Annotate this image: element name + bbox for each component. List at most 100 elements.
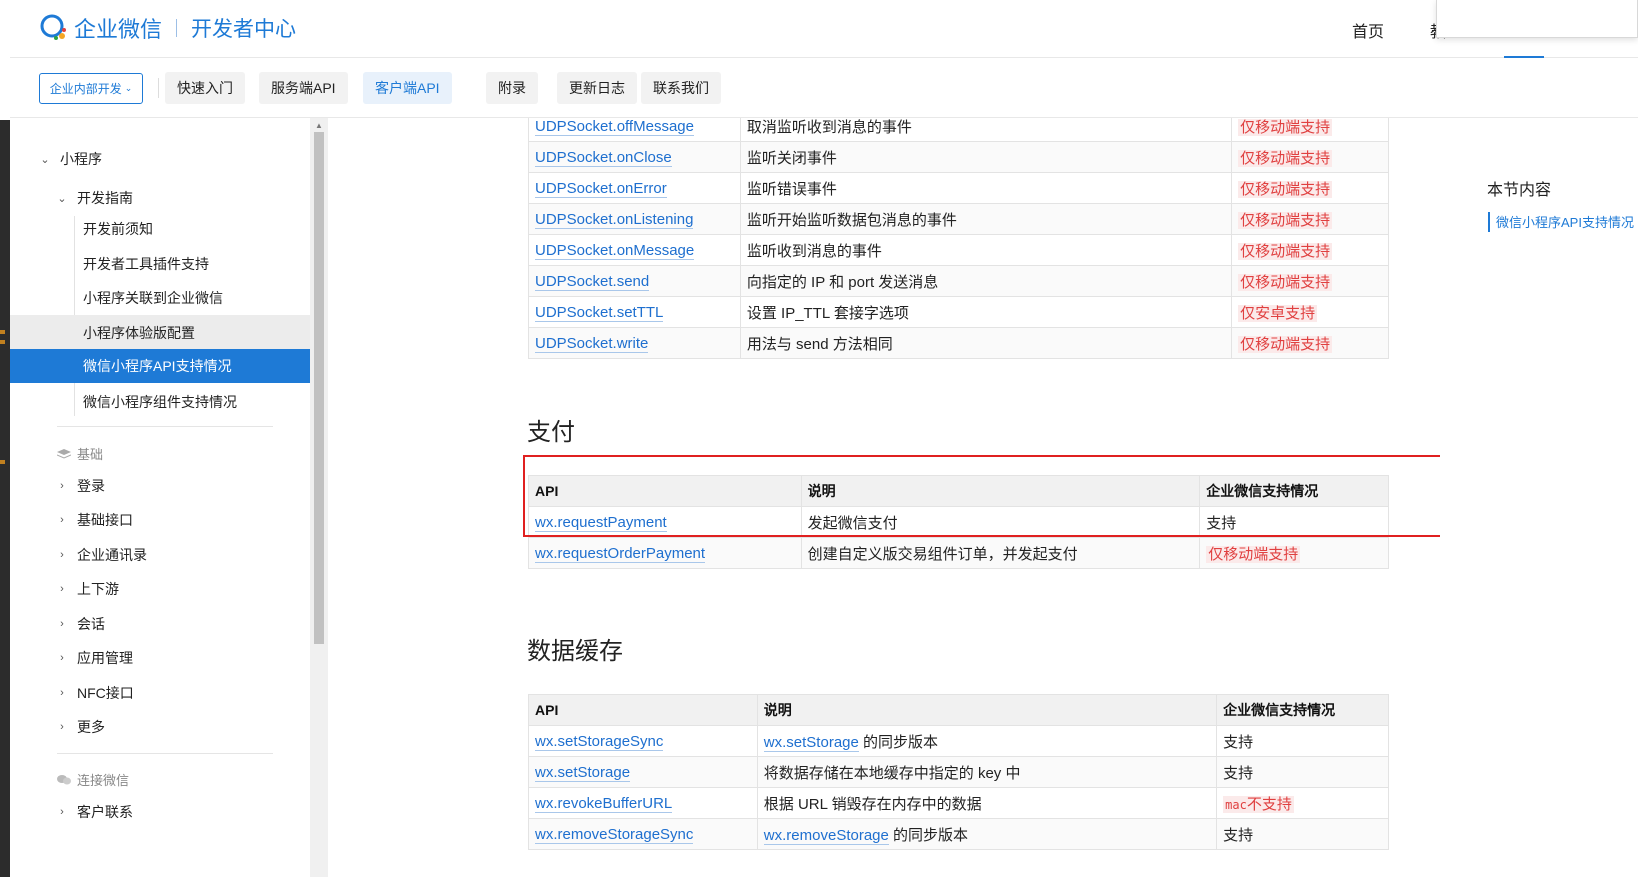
- sidebar-item-miniprogram[interactable]: ⌄ 小程序: [38, 142, 102, 176]
- api-link[interactable]: UDPSocket.onError: [535, 179, 667, 198]
- table-row: UDPSocket.setTTL 设置 IP_TTL 套接字选项 仅安卓支持: [528, 296, 1389, 328]
- col-header-support: 企业微信支持情况: [1216, 694, 1389, 726]
- table-cell: wx.setStorageSync: [528, 725, 758, 757]
- sidebar-item-session[interactable]: › 会话: [55, 607, 105, 641]
- toc-item-api-support[interactable]: 微信小程序API支持情况: [1488, 212, 1638, 232]
- table-row: UDPSocket.onError 监听错误事件 仅移动端支持: [528, 172, 1389, 204]
- brand-name: 企业微信: [74, 17, 163, 42]
- sidebar-item-contacts[interactable]: › 企业通讯录: [55, 538, 147, 572]
- api-link[interactable]: wx.removeStorageSync: [535, 825, 694, 844]
- table-row: wx.setStorage 将数据存储在本地缓存中指定的 key 中 支持: [528, 756, 1389, 788]
- api-link[interactable]: UDPSocket.write: [535, 334, 649, 353]
- api-description: 监听开始监听数据包消息的事件: [746, 211, 957, 229]
- api-link[interactable]: UDPSocket.onListening: [535, 210, 694, 229]
- sidebar-item-dev-guide[interactable]: ⌄ 开发指南: [55, 181, 133, 215]
- tab-appendix[interactable]: 附录: [486, 72, 538, 104]
- support-status: 仅安卓支持: [1238, 304, 1318, 322]
- api-description: 的同步版本: [888, 826, 969, 844]
- chevron-right-icon: ›: [60, 721, 64, 733]
- api-link[interactable]: UDPSocket.setTTL: [535, 303, 664, 322]
- sidebar-item-label: 更多: [77, 719, 105, 735]
- chevron-right-icon: ›: [60, 687, 64, 699]
- sidebar-item-app-manage[interactable]: › 应用管理: [55, 641, 133, 675]
- sidebar-leaf-component-support[interactable]: 微信小程序组件支持情况: [10, 384, 310, 420]
- desc-api-link[interactable]: wx.setStorage: [763, 733, 859, 752]
- api-link[interactable]: UDPSocket.onClose: [535, 148, 672, 167]
- table-cell: UDPSocket.onError: [528, 172, 741, 204]
- main-content: UDPSocket.offMessage 取消监听收到消息的事件 仅移动端支持 UDP…: [330, 118, 1440, 877]
- api-description: 用法与 send 方法相同: [746, 335, 893, 353]
- sidebar-item-label: 小程序: [60, 151, 102, 167]
- api-description: 取消监听收到消息的事件: [746, 118, 912, 136]
- support-status: 仅移动端支持: [1238, 149, 1333, 167]
- sidebar-leaf-link-wecom[interactable]: 小程序关联到企业微信: [10, 280, 310, 316]
- table-row: wx.requestOrderPayment 创建自定义版交易组件订单，并发起支付…: [528, 537, 1389, 569]
- support-status: 仅移动端支持: [1238, 242, 1333, 260]
- tab-changelog[interactable]: 更新日志: [557, 72, 637, 104]
- sidebar-scrollbar[interactable]: ▲: [310, 118, 328, 877]
- tab-server-api[interactable]: 服务端API: [259, 72, 348, 104]
- chevron-right-icon: ›: [60, 652, 64, 664]
- table-cell: 监听错误事件: [739, 172, 1233, 204]
- sidebar-item-more[interactable]: › 更多: [55, 710, 105, 744]
- sidebar: ⌄ 小程序 ⌄ 开发指南 开发前须知 开发者工具插件支持 小程序关联到企业微信 …: [10, 118, 310, 877]
- toc-title: 本节内容: [1487, 182, 1552, 199]
- chevron-right-icon: ›: [60, 583, 64, 595]
- sidebar-item-label: 上下游: [77, 581, 119, 597]
- desc-api-link[interactable]: wx.removeStorage: [763, 826, 889, 845]
- chevron-right-icon: ›: [60, 806, 64, 818]
- support-status: 支持: [1223, 734, 1253, 751]
- sidebar-item-nfc[interactable]: › NFC接口: [55, 676, 134, 710]
- sidebar-divider: [57, 753, 273, 754]
- table-cell: 将数据存储在本地缓存中指定的 key 中: [756, 756, 1218, 788]
- sidebar-item-label: NFC接口: [77, 685, 134, 701]
- tab-contact[interactable]: 联系我们: [641, 72, 721, 104]
- table-cell: 取消监听收到消息的事件: [739, 118, 1233, 142]
- api-description: 监听错误事件: [746, 180, 837, 198]
- support-status: 仅移动端支持: [1238, 211, 1333, 229]
- api-link[interactable]: wx.requestOrderPayment: [535, 544, 706, 563]
- sidebar-leaf-trial-config[interactable]: 小程序体验版配置: [10, 315, 310, 351]
- support-text: 支持: [1223, 826, 1254, 844]
- api-link[interactable]: wx.revokeBufferURL: [535, 794, 673, 813]
- sidebar-item-label: 登录: [77, 478, 105, 494]
- api-link[interactable]: wx.setStorage: [535, 763, 631, 782]
- chevron-down-icon: ⌄: [124, 83, 133, 93]
- sidebar-item-customer[interactable]: › 客户联系: [55, 795, 133, 829]
- chat-icon: [57, 774, 71, 784]
- sidebar-item-basic-api[interactable]: › 基础接口: [55, 503, 133, 537]
- sidebar-leaf-devtools-plugin[interactable]: 开发者工具插件支持: [10, 246, 310, 282]
- table-cell: wx.removeStorage 的同步版本: [756, 818, 1218, 850]
- table-row: UDPSocket.onMessage 监听收到消息的事件 仅移动端支持: [528, 234, 1389, 266]
- tab-client-api[interactable]: 客户端API: [363, 72, 452, 104]
- table-cell: UDPSocket.onClose: [528, 141, 741, 173]
- api-link[interactable]: wx.setStorageSync: [535, 732, 664, 751]
- api-link[interactable]: UDPSocket.offMessage: [535, 118, 694, 136]
- sidebar-leaf-before-dev[interactable]: 开发前须知: [10, 211, 310, 247]
- api-link[interactable]: UDPSocket.onMessage: [535, 241, 695, 260]
- sidebar-leaf-api-support[interactable]: 微信小程序API支持情况: [10, 349, 310, 383]
- table-cell: wx.requestOrderPayment: [528, 537, 802, 569]
- nav-home[interactable]: 首页: [1352, 18, 1384, 42]
- sidebar-group-label: 基础: [77, 447, 104, 462]
- table-cell: 根据 URL 销毁存在内存中的数据: [756, 787, 1218, 819]
- tab-quickstart[interactable]: 快速入门: [165, 72, 245, 104]
- sidebar-item-label: 基础接口: [77, 512, 133, 528]
- scroll-up-icon[interactable]: ▲: [315, 121, 323, 130]
- scroll-thumb[interactable]: [314, 132, 324, 644]
- sidebar-item-login[interactable]: › 登录: [55, 469, 105, 503]
- sidebar-group-basic: 基础: [57, 444, 103, 463]
- logo[interactable]: 企业微信 开发者中心: [38, 12, 296, 44]
- api-link[interactable]: UDPSocket.send: [535, 272, 650, 291]
- table-cell: 仅移动端支持: [1231, 118, 1389, 142]
- sidebar-item-upstream[interactable]: › 上下游: [55, 572, 119, 606]
- table-cell: 支持: [1216, 725, 1389, 757]
- sidebar-item-label: 应用管理: [77, 650, 133, 666]
- support-text: 不支持: [1246, 795, 1292, 813]
- support-status: 支持: [1223, 765, 1253, 782]
- table-cell: 创建自定义版交易组件订单，并发起支付: [800, 537, 1201, 569]
- dropdown-popup: [1436, 0, 1638, 38]
- site-subtitle: 开发者中心: [191, 18, 297, 41]
- sidebar-divider: [57, 426, 273, 427]
- scope-select-button[interactable]: 企业内部开发 ⌄: [39, 73, 143, 104]
